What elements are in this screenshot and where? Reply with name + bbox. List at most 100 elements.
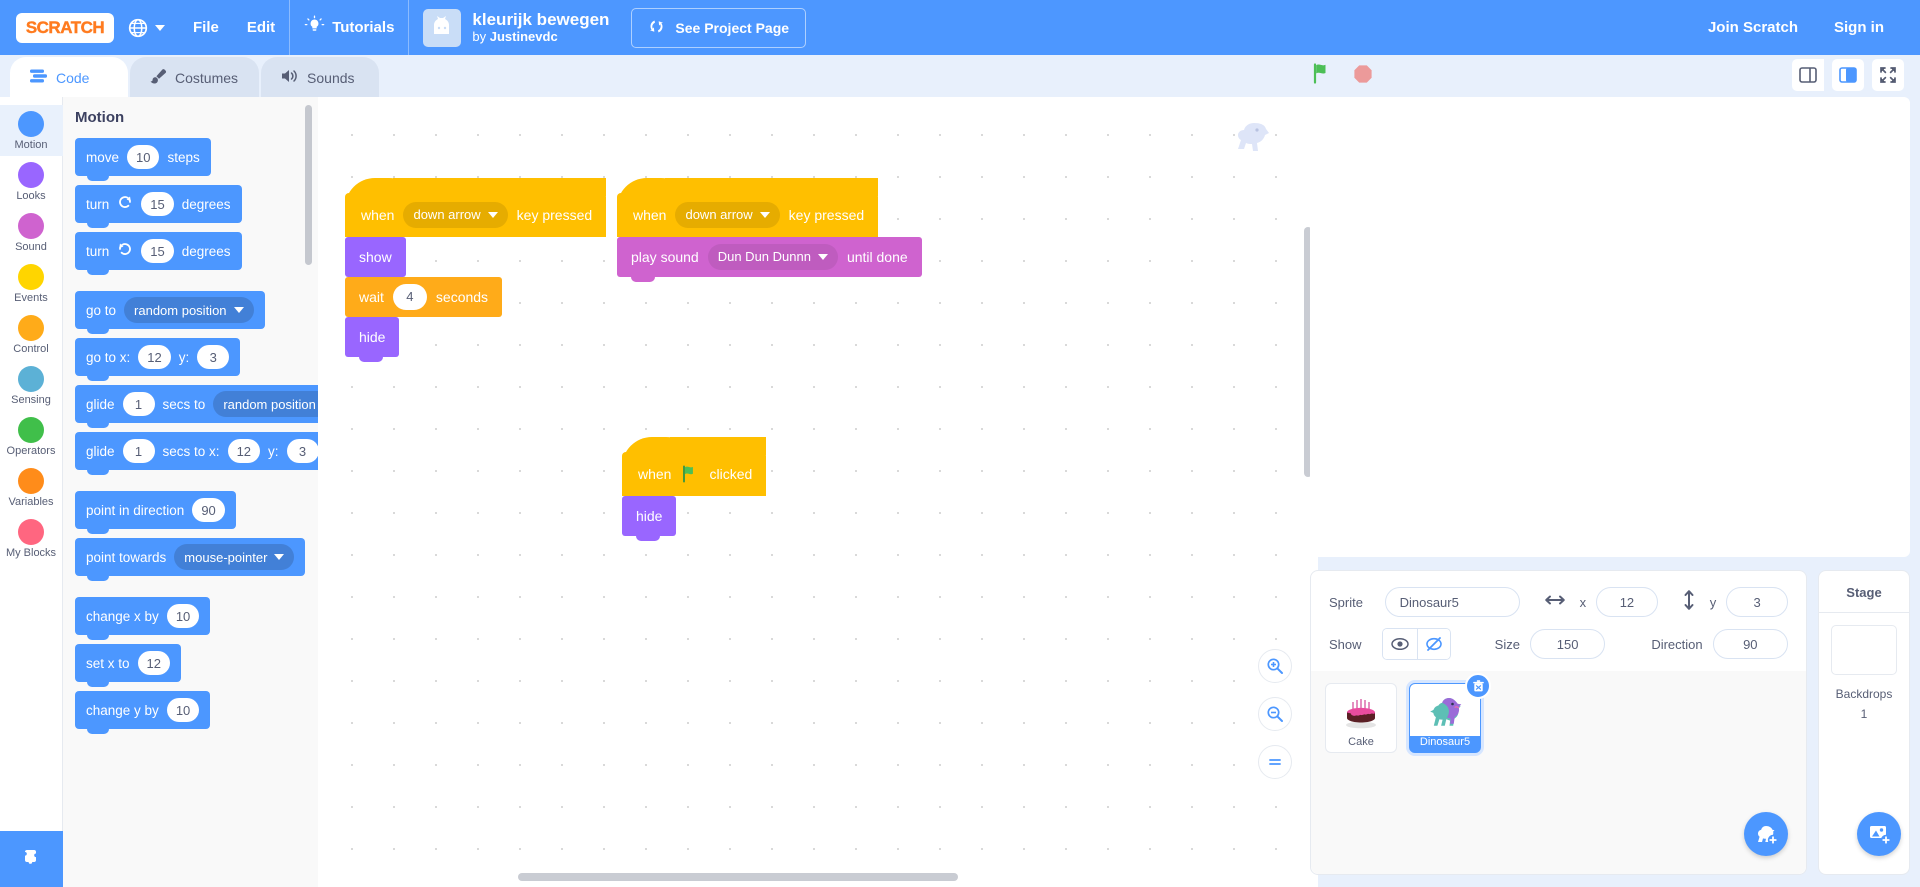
dropdown-value: random position <box>134 302 227 318</box>
key-selector-dropdown-2[interactable]: down arrow <box>675 202 780 228</box>
category-variables[interactable]: Variables <box>0 462 63 513</box>
menu-edit[interactable]: Edit <box>233 0 289 55</box>
category-sound[interactable]: Sound <box>0 207 63 258</box>
glide-target-dropdown[interactable]: random position <box>213 391 318 417</box>
tab-sounds[interactable]: Sounds <box>261 57 380 97</box>
stage-canvas[interactable] <box>1310 97 1910 557</box>
stage-backdrop-thumbnail[interactable] <box>1831 625 1897 675</box>
palette-block-turn-ccw[interactable]: turn 15 degrees <box>75 232 242 275</box>
menu-file[interactable]: File <box>179 0 233 55</box>
palette-block-point-in-direction[interactable]: point in direction 90 <box>75 491 236 534</box>
key-selector-dropdown[interactable]: down arrow <box>403 202 508 228</box>
sprite-card-dinosaur5[interactable]: Dinosaur5 <box>1409 673 1491 753</box>
palette-block-go-to[interactable]: go to random position <box>75 291 265 334</box>
hat-when-key-pressed-2[interactable]: when down arrow key pressed <box>617 178 879 237</box>
turn-cw-degrees-input[interactable]: 15 <box>141 192 174 216</box>
eye-icon[interactable] <box>1383 629 1417 659</box>
block-palette[interactable]: Motion move 10 steps turn 15 degrees tur… <box>63 97 318 887</box>
category-my-blocks[interactable]: My Blocks <box>0 513 63 564</box>
hat-when-flag-clicked[interactable]: when clicked <box>622 437 767 496</box>
code-workspace[interactable]: when down arrow key pressed show wait 4 … <box>318 97 1318 887</box>
category-sound-label: Sound <box>15 241 47 253</box>
sprite-card-cake[interactable]: Cake <box>1325 683 1397 753</box>
zoom-out-button[interactable] <box>1258 697 1292 731</box>
block-label: move <box>86 149 120 165</box>
zoom-reset-button[interactable] <box>1258 745 1292 779</box>
language-selector[interactable] <box>114 0 179 55</box>
script-key-play-sound[interactable]: when down arrow key pressed play sound D… <box>617 178 922 282</box>
go-to-target-dropdown[interactable]: random position <box>124 297 254 323</box>
large-stage-icon[interactable] <box>1832 59 1864 91</box>
stop-sign-icon[interactable] <box>1351 62 1375 86</box>
add-sprite-button[interactable] <box>1744 812 1788 856</box>
turn-ccw-degrees-input[interactable]: 15 <box>141 239 174 263</box>
trash-icon[interactable] <box>1465 673 1491 699</box>
go-to-x-input[interactable]: 12 <box>138 345 171 369</box>
palette-scrollbar[interactable] <box>305 105 312 265</box>
category-sensing[interactable]: Sensing <box>0 360 63 411</box>
sprite-name-input[interactable]: Dinosaur5 <box>1384 587 1520 617</box>
change-y-input[interactable]: 10 <box>166 698 200 722</box>
palette-category-header: Motion <box>75 109 125 126</box>
category-operators-label: Operators <box>6 445 56 457</box>
palette-block-glide-xy[interactable]: glide 1 secs to x: 12 y: 3 <box>75 432 318 475</box>
block-hide-2[interactable]: hide <box>622 496 677 541</box>
point-towards-dropdown[interactable]: mouse-pointer <box>174 544 295 570</box>
script-key-show-wait-hide[interactable]: when down arrow key pressed show wait 4 … <box>345 178 607 362</box>
tab-costumes[interactable]: Costumes <box>130 57 260 97</box>
add-backdrop-button[interactable] <box>1857 812 1901 856</box>
sprite-card-label: Cake <box>1348 736 1374 748</box>
glide-y-input[interactable]: 3 <box>286 439 318 463</box>
tab-code[interactable]: Code <box>10 57 128 97</box>
sprite-y-input[interactable]: 3 <box>1726 587 1788 617</box>
palette-block-change-y[interactable]: change y by 10 <box>75 691 211 734</box>
category-control[interactable]: Control <box>0 309 63 360</box>
glide-xy-secs-input[interactable]: 1 <box>122 439 155 463</box>
zoom-in-button[interactable] <box>1258 649 1292 683</box>
scratch-logo[interactable]: SCRATCH <box>16 12 114 43</box>
sprite-size-input[interactable]: 150 <box>1529 629 1606 659</box>
palette-block-point-towards[interactable]: point towards mouse-pointer <box>75 538 306 581</box>
palette-block-turn-cw[interactable]: turn 15 degrees <box>75 185 242 228</box>
script-flag-hide[interactable]: when clicked hide <box>622 437 767 541</box>
block-play-sound-until-done[interactable]: play sound Dun Dun Dunnn until done <box>617 237 922 282</box>
sound-selector-dropdown[interactable]: Dun Dun Dunnn <box>707 244 838 270</box>
block-label: go to <box>86 302 117 318</box>
green-flag-icon <box>680 464 700 484</box>
workspace-horizontal-scrollbar[interactable] <box>518 873 958 881</box>
add-extension-button[interactable] <box>0 831 63 887</box>
sound-color-dot <box>18 213 44 239</box>
green-flag-icon[interactable] <box>1310 61 1335 86</box>
move-steps-input[interactable]: 10 <box>127 145 160 169</box>
category-operators[interactable]: Operators <box>0 411 63 462</box>
change-x-input[interactable]: 10 <box>166 604 200 628</box>
set-x-input[interactable]: 12 <box>137 651 170 675</box>
palette-block-set-x[interactable]: set x to 12 <box>75 644 181 687</box>
palette-block-go-to-xy[interactable]: go to x: 12 y: 3 <box>75 338 241 381</box>
glide-secs-input[interactable]: 1 <box>122 392 155 416</box>
category-looks[interactable]: Looks <box>0 156 63 207</box>
fullscreen-icon[interactable] <box>1872 59 1904 91</box>
glide-x-input[interactable]: 12 <box>227 439 261 463</box>
small-stage-icon[interactable] <box>1792 59 1824 91</box>
category-events[interactable]: Events <box>0 258 63 309</box>
eye-slash-icon[interactable] <box>1416 629 1450 659</box>
sprite-x-input[interactable]: 12 <box>1596 587 1658 617</box>
block-show[interactable]: show <box>345 237 406 282</box>
sign-in-button[interactable]: Sign in <box>1820 19 1898 36</box>
see-project-page-button[interactable]: See Project Page <box>631 7 807 48</box>
point-direction-input[interactable]: 90 <box>192 498 225 522</box>
block-wait-seconds[interactable]: wait 4 seconds <box>345 277 503 322</box>
block-label: point in direction <box>86 502 185 518</box>
block-hide[interactable]: hide <box>345 317 400 362</box>
join-scratch-button[interactable]: Join Scratch <box>1694 19 1812 36</box>
hat-when-key-pressed[interactable]: when down arrow key pressed <box>345 178 607 237</box>
palette-block-glide-to[interactable]: glide 1 secs to random position <box>75 385 318 428</box>
sprite-direction-input[interactable]: 90 <box>1712 629 1788 659</box>
wait-seconds-input[interactable]: 4 <box>392 284 427 310</box>
category-motion[interactable]: Motion <box>0 105 63 156</box>
palette-block-move[interactable]: move 10 steps <box>75 138 211 181</box>
go-to-y-input[interactable]: 3 <box>197 345 230 369</box>
palette-block-change-x[interactable]: change x by 10 <box>75 597 211 640</box>
menu-tutorials[interactable]: Tutorials <box>290 0 408 55</box>
